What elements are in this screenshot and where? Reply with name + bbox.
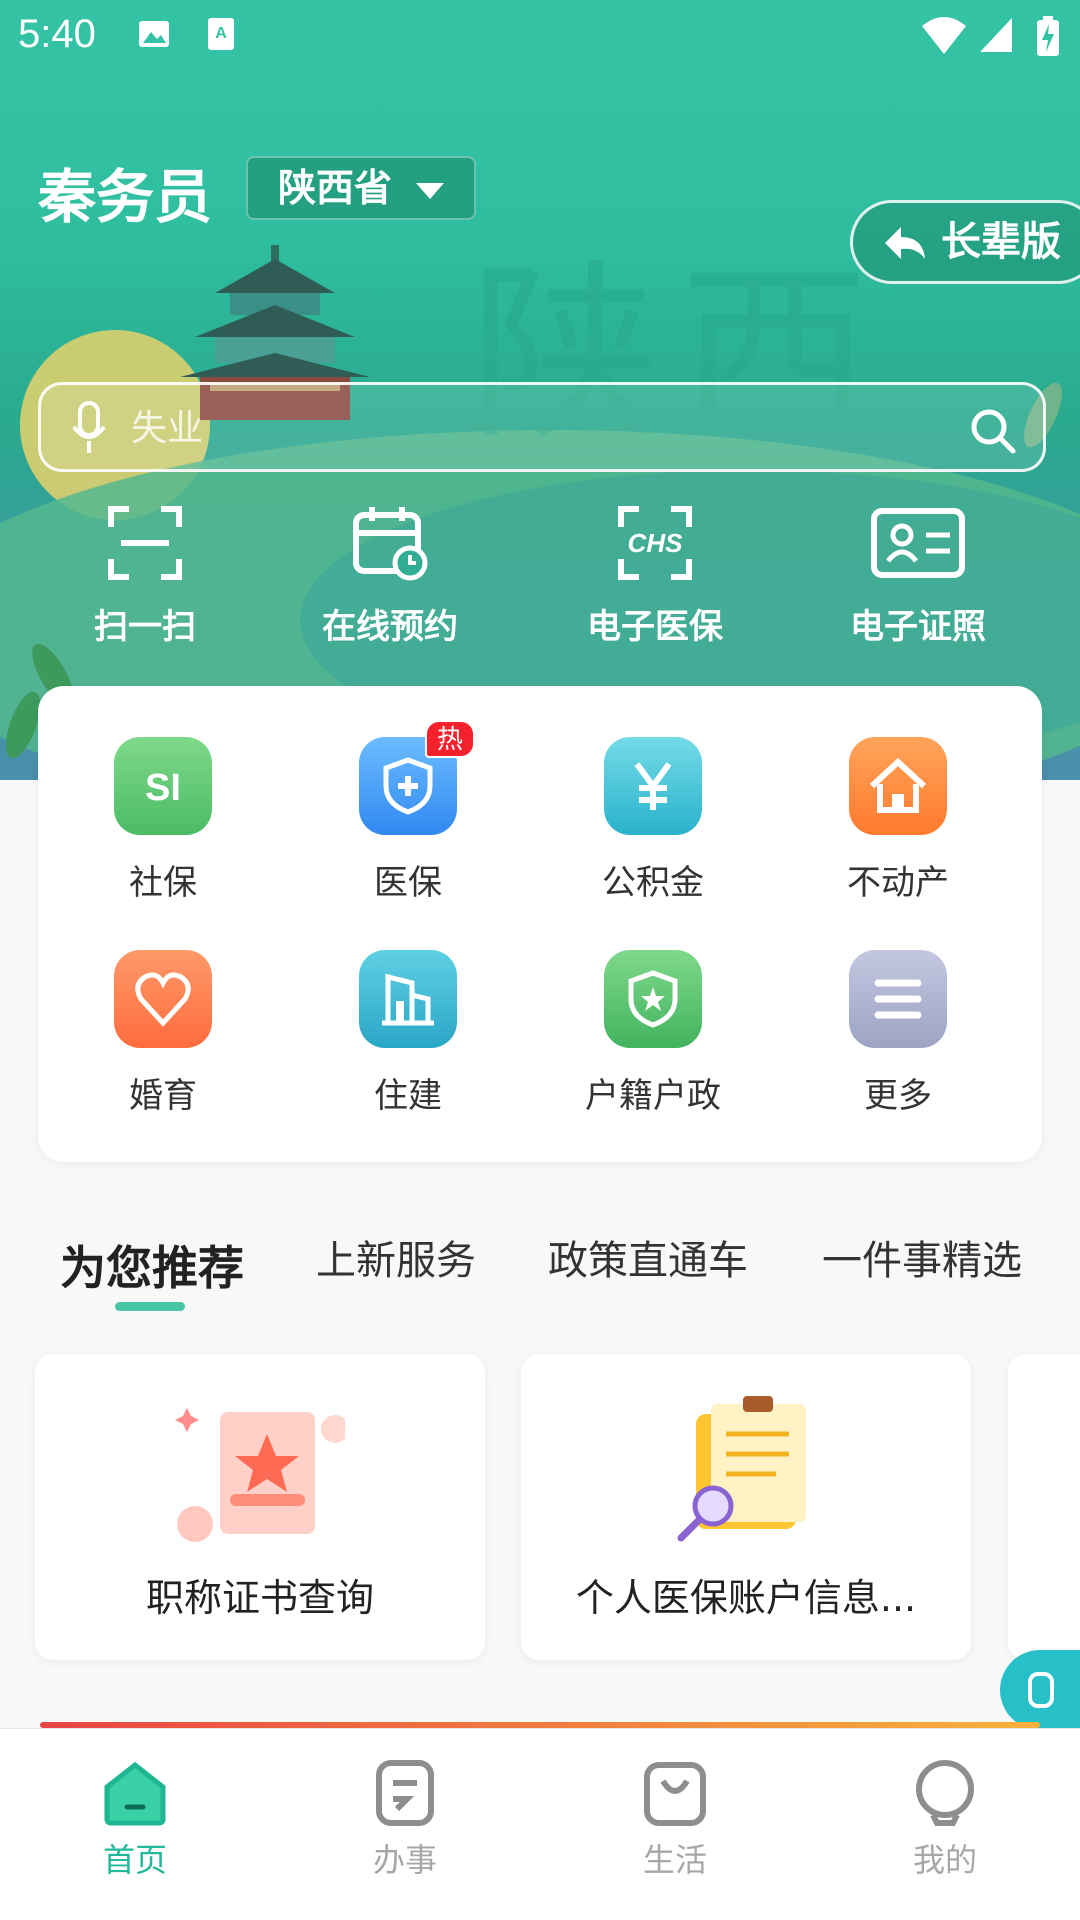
service-real-estate[interactable]: 不动产 [798,737,998,904]
search-bar[interactable] [38,382,1046,472]
service-social-security[interactable]: SI 社保 [63,737,263,904]
tab-one-thing[interactable]: 一件事精选 [822,1228,1022,1286]
service-housing-construction[interactable]: 住建 [308,950,508,1117]
bottom-navigation: 首页 办事 生活 我的 [0,1728,1080,1920]
search-input[interactable] [131,395,931,461]
building-icon [359,950,457,1048]
menu-icon [849,950,947,1048]
status-time: 5:40 [18,12,96,56]
service-more[interactable]: 更多 [798,950,998,1117]
gallery-icon [139,21,169,47]
profile-icon [916,1760,974,1826]
svg-text:CHS: CHS [628,528,684,558]
quick-action-booking[interactable]: 在线预约 [280,505,500,648]
nav-label: 首页 [102,1841,167,1879]
tab-recommended[interactable]: 为您推荐 [60,1232,244,1298]
nav-home[interactable]: 首页 [35,1759,235,1881]
nav-label: 办事 [372,1841,437,1879]
quick-action-label: 扫一扫 [94,607,196,647]
quick-action-label: 在线预约 [322,607,458,647]
nav-life[interactable]: 生活 [575,1759,775,1881]
service-label: 住建 [374,1076,442,1116]
shield-star-icon [604,950,702,1048]
service-label: 更多 [864,1076,932,1116]
service-label: 不动产 [847,863,949,903]
active-tab-indicator [115,1302,185,1311]
recommendation-card[interactable]: 职称证书查询 [35,1354,485,1660]
recommendation-card[interactable]: 个人医保账户信息... [521,1354,971,1660]
house-icon [849,737,947,835]
quick-action-label: 电子医保 [587,607,723,647]
wifi-icon [922,17,966,54]
service-housing-fund[interactable]: 公积金 [553,737,753,904]
calendar-clock-icon [353,507,428,581]
nav-services[interactable]: 办事 [305,1759,505,1881]
quick-action-scan[interactable]: 扫一扫 [35,505,255,648]
recommendation-title: 个人医保账户信息... [575,1576,917,1620]
tab-new-services[interactable]: 上新服务 [316,1228,476,1286]
status-bar: 5:40 A [0,0,1080,72]
tab-policy[interactable]: 政策直通车 [548,1228,748,1286]
quick-action-medical-insurance[interactable]: CHS 电子医保 [545,505,765,648]
clipboard-illustration [677,1396,806,1542]
recommendation-title: 职称证书查询 [145,1576,374,1620]
home-icon [104,1761,166,1826]
province-label: 陕西省 [278,166,393,210]
robot-icon [1028,1672,1054,1708]
scan-icon [108,506,182,580]
svg-text:A: A [215,25,227,42]
id-card-icon [871,508,965,578]
service-marriage[interactable]: 婚育 [63,950,263,1117]
quick-action-label: 电子证照 [850,607,986,647]
elder-mode-label: 长辈版 [941,219,1061,265]
app-title: 秦务员 [38,163,213,231]
elder-mode-button[interactable]: 长辈版 [850,200,1080,284]
service-label: 婚育 [129,1076,197,1116]
svg-text:SI: SI [145,767,181,809]
caret-down-icon [416,183,444,199]
service-household-registration[interactable]: 户籍户政 [553,950,753,1117]
chs-icon: CHS [618,506,692,580]
text-icon: A [208,18,234,50]
nav-label: 生活 [642,1841,707,1879]
yen-icon [604,737,702,835]
search-icon[interactable] [969,407,1017,455]
assistant-robot-button[interactable] [1000,1650,1080,1730]
microphone-icon[interactable] [71,401,107,457]
service-medical-insurance[interactable]: 医保 [308,737,508,904]
service-label: 医保 [374,863,442,903]
service-label: 公积金 [602,863,704,903]
nav-label: 我的 [912,1841,977,1879]
reply-arrow-icon [885,227,925,259]
recommendation-card-partial[interactable] [1008,1354,1080,1660]
province-selector[interactable]: 陕西省 [246,156,476,220]
nav-profile[interactable]: 我的 [845,1759,1045,1881]
heart-icon [114,950,212,1048]
quick-action-e-certificate[interactable]: 电子证照 [808,505,1028,648]
signal-icon [980,18,1012,52]
service-label: 户籍户政 [585,1076,721,1116]
shopping-bag-icon [644,1762,706,1826]
battery-icon [1037,16,1059,56]
certificate-illustration [175,1408,345,1542]
hot-badge: 热 [425,720,475,758]
si-icon: SI [114,737,212,835]
service-label: 社保 [129,863,197,903]
document-icon [376,1760,434,1826]
